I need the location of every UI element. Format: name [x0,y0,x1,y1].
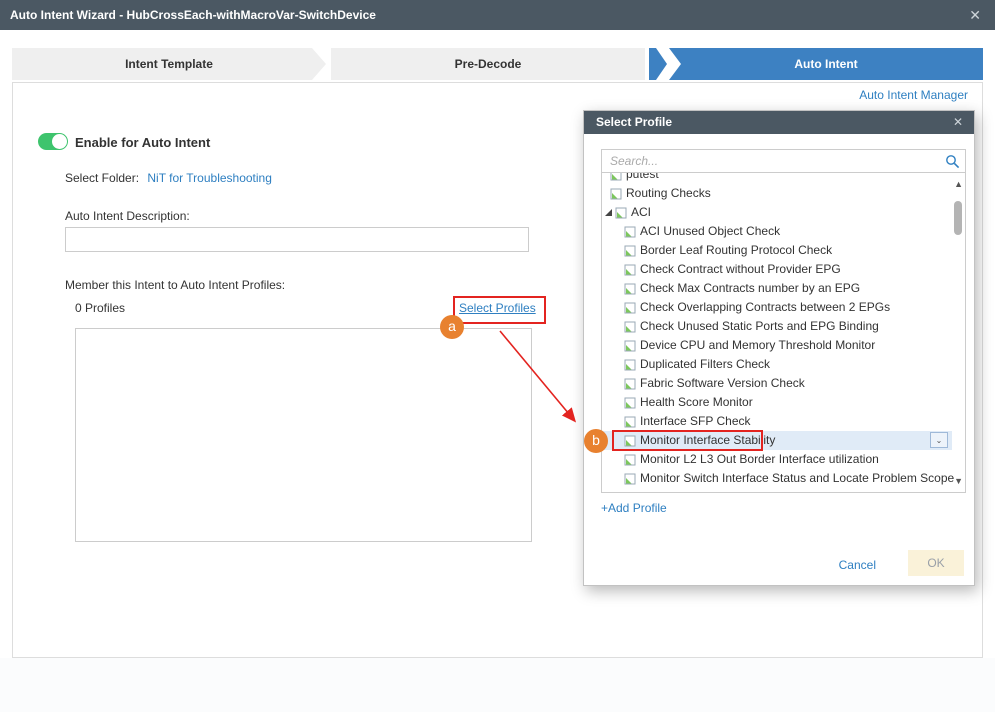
tree-row-label: Check Unused Static Ports and EPG Bindin… [640,319,879,333]
profile-icon [610,173,622,180]
ok-button[interactable]: OK [908,550,964,576]
row-dropdown-icon[interactable]: ⌄ [930,432,948,448]
tree-row-label: Interface SFP Check [640,414,751,428]
tree-row-label: Check Contract without Provider EPG [640,262,841,276]
tree-row[interactable]: Border Leaf Routing Protocol Check [602,241,952,260]
chevron-right-icon [649,48,667,80]
tab-pre-decode[interactable]: Pre-Decode [331,48,645,80]
window-titlebar: Auto Intent Wizard - HubCrossEach-withMa… [0,0,995,30]
select-folder-row: Select Folder: NiT for Troubleshooting [65,171,272,185]
profiles-count: 0 Profiles [75,301,126,315]
search-icon[interactable] [945,154,960,169]
toggle-knob-icon [52,134,67,149]
annotation-box-a [453,296,546,324]
popup-close-icon[interactable]: ✕ [953,111,963,134]
profile-icon [624,416,636,427]
profile-icon [624,435,636,446]
scrollbar-thumb[interactable] [954,201,962,235]
wizard-steps: Intent Template Pre-Decode Auto Intent [12,48,983,80]
add-profile-link[interactable]: +Add Profile [601,501,667,515]
profile-icon [624,454,636,465]
expander-down-icon[interactable] [604,208,613,217]
select-profile-dialog: Select Profile ✕ putest Routing Checks [583,110,975,586]
tree-row-label: Routing Checks [626,186,711,200]
tree-row[interactable]: Check Overlapping Contracts between 2 EP… [602,298,952,317]
tree-row-label: ACI [631,205,652,219]
tree-row-label: putest [626,173,659,181]
tree-row[interactable]: Health Score Monitor [602,393,952,412]
profile-tree: putest Routing Checks ACI ACI Unused Obj… [601,173,966,493]
profile-icon [624,302,636,313]
profile-icon [624,359,636,370]
window-title: Auto Intent Wizard - HubCrossEach-withMa… [10,8,376,22]
tab-auto-intent[interactable]: Auto Intent [669,48,983,80]
search-input[interactable] [602,150,965,172]
tree-row[interactable]: putest [602,173,952,184]
profile-icon [624,378,636,389]
tree-row[interactable]: ACI Unused Object Check [602,222,952,241]
tree-row-label: Border Leaf Routing Protocol Check [640,243,833,257]
profile-icon [624,473,636,484]
tab-intent-template[interactable]: Intent Template [12,48,326,80]
profile-icon [615,207,627,218]
tree-row-label: Monitor L2 L3 Out Border Interface utili… [640,452,879,466]
profile-icon [624,340,636,351]
profile-icon [624,397,636,408]
tree-row[interactable]: Check Max Contracts number by an EPG [602,279,952,298]
description-label: Auto Intent Description: [65,209,190,223]
profile-icon [624,321,636,332]
tree-row-label: Monitor Switch Interface Status and Loca… [640,471,955,485]
tree-row-label: Device CPU and Memory Threshold Monitor [640,338,876,352]
profile-icon [624,264,636,275]
tree-row[interactable]: Monitor L2 L3 Out Border Interface utili… [602,450,952,469]
tree-row[interactable]: Routing Checks [602,184,952,203]
profile-icon [610,188,622,199]
footer-bar: i Enable Auto Intent for this intent tem… [0,658,995,712]
popup-title: Select Profile [596,115,673,129]
profile-icon [624,226,636,237]
auto-intent-manager-link[interactable]: Auto Intent Manager [859,88,968,102]
tree-row[interactable]: Interface SFP Check [602,412,952,431]
folder-link[interactable]: NiT for Troubleshooting [147,171,272,185]
tree-row[interactable]: Monitor Switch Interface Status and Loca… [602,469,955,488]
popup-titlebar: Select Profile ✕ [584,111,974,134]
tree-row-label: Check Overlapping Contracts between 2 EP… [640,300,891,314]
scroll-down-icon[interactable]: ▼ [954,476,963,486]
tree-row-label: Duplicated Filters Check [640,357,771,371]
toggle-label: Enable for Auto Intent [75,135,211,150]
select-folder-label: Select Folder: [65,171,140,185]
annotation-badge-a: a [440,315,464,339]
tree-row-label: Monitor Interface Stability [640,433,776,447]
tree-row[interactable]: Check Unused Static Ports and EPG Bindin… [602,317,952,336]
member-profiles-label: Member this Intent to Auto Intent Profil… [65,278,286,292]
tree-row[interactable]: Check Contract without Provider EPG [602,260,952,279]
description-input[interactable] [65,227,529,252]
tree-row-label: Fabric Software Version Check [640,376,805,390]
tree-row[interactable]: Duplicated Filters Check [602,355,952,374]
scroll-up-icon[interactable]: ▲ [954,179,963,189]
profile-icon [624,283,636,294]
profile-icon [624,245,636,256]
cancel-button[interactable]: Cancel [839,558,876,572]
tree-row-label: Check Max Contracts number by an EPG [640,281,861,295]
close-icon[interactable]: ✕ [969,0,981,30]
tree-row-label: Health Score Monitor [640,395,753,409]
annotation-badge-b: b [584,429,608,453]
profiles-list-box [75,328,532,542]
tree-row[interactable]: ACI [602,203,952,222]
tree-row[interactable]: Device CPU and Memory Threshold Monitor [602,336,952,355]
tree-row-label: ACI Unused Object Check [640,224,781,238]
search-box [601,149,966,173]
tree-row[interactable]: Fabric Software Version Check [602,374,952,393]
tree-row[interactable]: Monitor Interface Stability ⌄ [602,430,952,451]
enable-auto-intent-toggle[interactable] [38,133,68,150]
